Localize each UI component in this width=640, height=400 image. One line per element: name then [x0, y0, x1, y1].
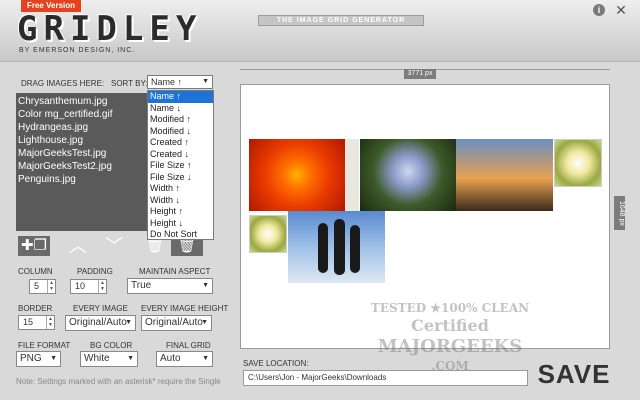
settings-note: Note: Settings marked with an asterisk* … — [16, 377, 221, 386]
bg-color-select[interactable]: White ▼ — [80, 351, 138, 367]
drag-images-label: DRAG IMAGES HERE: — [21, 79, 105, 88]
sort-option[interactable]: Modified ↑ — [148, 114, 213, 126]
image-thumbnail-chrysanthemum[interactable] — [249, 139, 345, 211]
sort-by-select[interactable]: Name ↑ ▼ — [147, 75, 213, 89]
height-dimension-label: 1648 px — [614, 196, 625, 230]
add-images-icon: ✚❐ — [20, 237, 47, 254]
border-label: BORDER — [18, 304, 53, 313]
final-grid-value: Auto — [160, 353, 181, 364]
watermark-line: MAJORGEEKS — [377, 336, 523, 357]
chevron-down-icon: ▼ — [127, 355, 134, 362]
sort-option[interactable]: Height ↓ — [148, 218, 213, 230]
padding-spinner[interactable]: 10 ▲ ▼ — [70, 279, 107, 294]
sort-by-label: SORT BY: — [111, 79, 148, 88]
watermark-line: TESTED ★100% CLEAN — [370, 301, 530, 315]
penguin-shape — [334, 219, 345, 275]
sort-option[interactable]: File Size ↓ — [148, 172, 213, 184]
file-format-label: FILE FORMAT — [18, 341, 71, 350]
move-up-button[interactable]: ︿ — [62, 236, 94, 256]
column-spinner[interactable]: 5 ▲ ▼ — [29, 279, 56, 294]
spinner-arrows-icon[interactable]: ▲ ▼ — [46, 316, 54, 329]
sort-option[interactable]: Created ↑ — [148, 137, 213, 149]
close-icon[interactable]: ✕ — [613, 2, 629, 18]
chevron-down-icon: ▼ — [201, 319, 208, 326]
every-image-height-value: Original/Auto — [145, 317, 203, 328]
column-label: COLUMN — [18, 267, 53, 276]
chevron-down-icon: ﹀ — [105, 236, 123, 256]
maintain-aspect-label: MAINTAIN ASPECT — [139, 267, 211, 276]
every-image-height-label: EVERY IMAGE HEIGHT — [141, 304, 229, 313]
move-down-button[interactable]: ﹀ — [98, 236, 130, 256]
sort-option[interactable]: Name ↑ — [148, 91, 213, 103]
every-image-label: EVERY IMAGE — [73, 304, 128, 313]
image-thumbnail-hydrangeas[interactable] — [360, 139, 456, 211]
width-dimension-label: 3771 px — [404, 69, 436, 79]
sort-option[interactable]: Name ↓ — [148, 103, 213, 115]
bg-color-value: White — [84, 353, 110, 364]
sort-option[interactable]: Width ↓ — [148, 195, 213, 207]
maintain-aspect-select[interactable]: True ▼ — [127, 278, 213, 294]
border-spinner[interactable]: 15 ▲ ▼ — [18, 315, 55, 330]
border-value: 15 — [23, 317, 34, 327]
app-header: Free Version GRIDLEY BY EMERSON DESIGN, … — [0, 0, 640, 62]
every-image-height-select[interactable]: Original/Auto ▼ — [141, 315, 212, 331]
padding-value: 10 — [75, 281, 86, 291]
watermark-line: Certified — [411, 316, 489, 335]
sort-option[interactable]: Width ↑ — [148, 183, 213, 195]
spinner-arrows-icon[interactable]: ▲ ▼ — [47, 280, 55, 293]
column-value: 5 — [34, 281, 40, 291]
penguin-shape — [318, 223, 328, 273]
tagline: THE IMAGE GRID GENERATOR — [258, 15, 424, 26]
padding-label: PADDING — [77, 267, 113, 276]
chevron-up-icon: ︿ — [69, 236, 87, 256]
sort-option[interactable]: Created ↓ — [148, 149, 213, 161]
chevron-down-icon: ▼ — [202, 78, 209, 85]
info-icon[interactable]: i — [593, 4, 605, 16]
final-grid-select[interactable]: Auto ▼ — [156, 351, 213, 367]
file-format-value: PNG — [20, 353, 42, 364]
image-thumbnail-majorgeeks-test[interactable] — [554, 139, 602, 187]
save-location-field[interactable]: C:\Users\Jon - MajorGeeks\Downloads — [243, 370, 528, 386]
maintain-aspect-value: True — [131, 280, 152, 291]
chevron-down-icon: ▼ — [125, 319, 132, 326]
image-thumbnail-certified[interactable] — [345, 139, 359, 211]
file-format-select[interactable]: PNG ▼ — [16, 351, 61, 367]
save-button[interactable]: SAVE — [534, 356, 614, 392]
every-image-value: Original/Auto — [69, 317, 127, 328]
app-logo: GRIDLEY — [17, 9, 203, 49]
sort-option[interactable]: Modified ↓ — [148, 126, 213, 138]
sort-by-value: Name ↑ — [151, 77, 183, 87]
image-thumbnail-majorgeeks-test2[interactable] — [249, 215, 287, 253]
chevron-down-icon: ▼ — [50, 355, 57, 362]
image-thumbnail-penguins[interactable] — [288, 211, 385, 283]
spinner-arrows-icon[interactable]: ▲ ▼ — [98, 280, 106, 293]
final-grid-label: FINAL GRID — [166, 341, 211, 350]
save-location-label: SAVE LOCATION: — [243, 359, 309, 368]
chevron-down-icon: ▼ — [202, 282, 209, 289]
sort-option[interactable]: Do Not Sort — [148, 229, 213, 241]
sort-option[interactable]: File Size ↑ — [148, 160, 213, 172]
every-image-select[interactable]: Original/Auto ▼ — [65, 315, 136, 331]
logo-subtitle: BY EMERSON DESIGN, INC. — [19, 47, 136, 54]
sort-dropdown-menu[interactable]: Name ↑ Name ↓ Modified ↑ Modified ↓ Crea… — [147, 90, 214, 240]
penguin-shape — [350, 225, 360, 273]
add-images-button[interactable]: ✚❐ — [18, 236, 50, 256]
sort-option[interactable]: Height ↑ — [148, 206, 213, 218]
chevron-down-icon: ▼ — [202, 355, 209, 362]
image-thumbnail-lighthouse[interactable] — [456, 139, 553, 211]
bg-color-label: BG COLOR — [90, 341, 133, 350]
